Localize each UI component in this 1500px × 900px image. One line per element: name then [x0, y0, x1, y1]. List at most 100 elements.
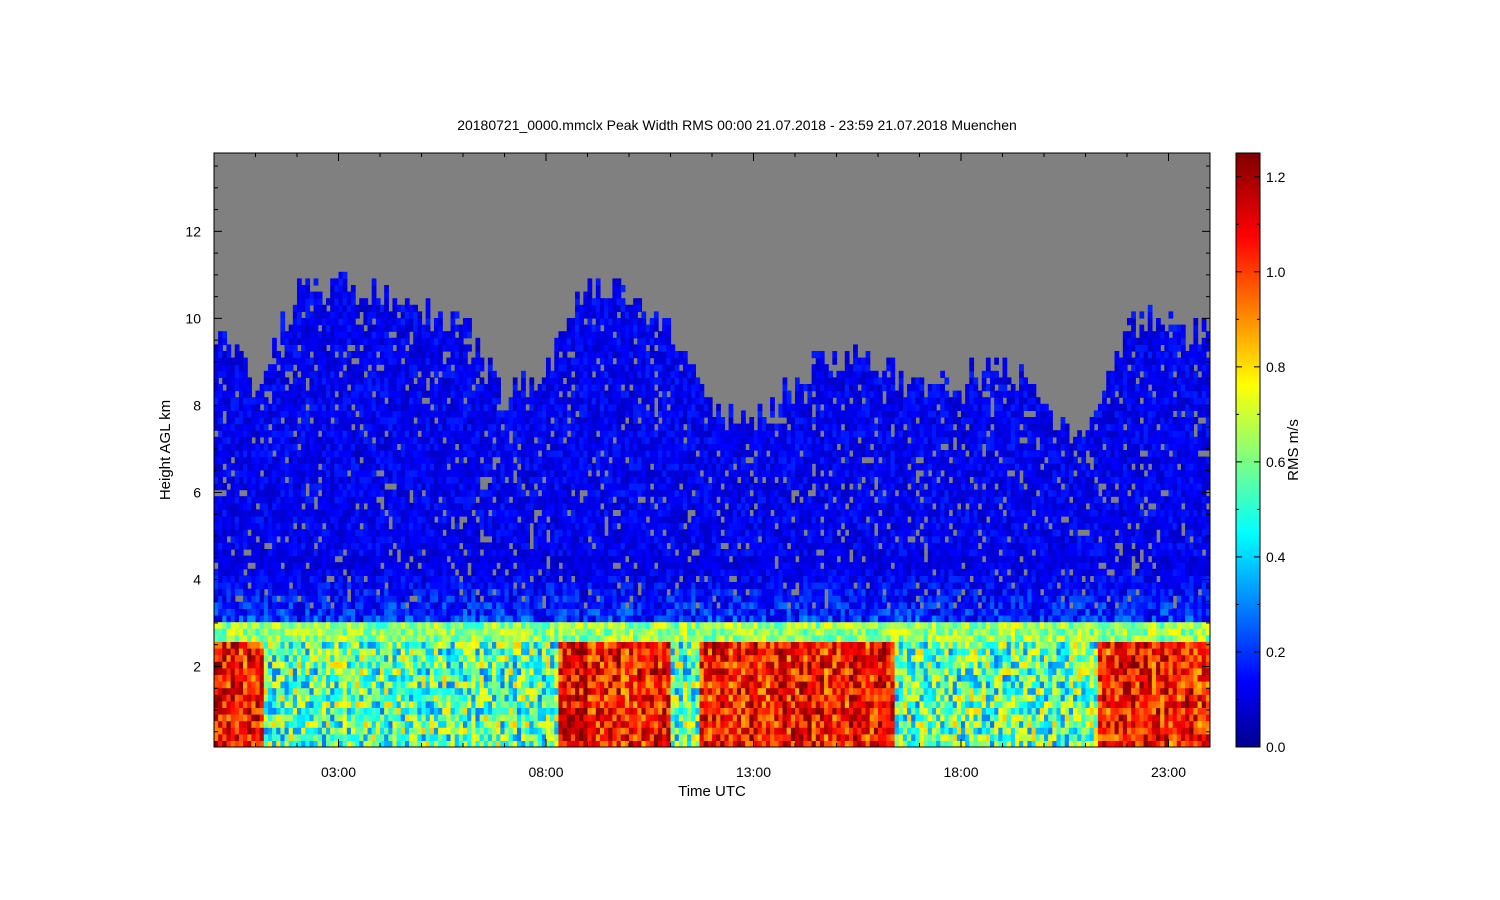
heatmap-cell — [226, 370, 232, 378]
heatmap-cell — [230, 489, 236, 497]
heatmap-cell — [363, 555, 369, 563]
heatmap-cell — [454, 463, 460, 471]
heatmap-cell — [226, 661, 232, 669]
heatmap-cell — [330, 667, 335, 675]
heatmap-cell — [263, 496, 269, 504]
figure: 20180721_0000.mmclx Peak Width RMS 00:00… — [157, 117, 1302, 800]
heatmap-cell — [446, 370, 452, 378]
heatmap-cell — [247, 430, 252, 438]
heatmap-cell — [326, 621, 331, 629]
heatmap-cell — [521, 423, 526, 431]
heatmap-cell — [438, 555, 443, 563]
heatmap-cell — [342, 529, 348, 537]
heatmap-cell — [380, 516, 385, 524]
heatmap-cell — [425, 601, 431, 609]
heatmap-cell — [541, 588, 547, 596]
heatmap-cell — [508, 575, 514, 583]
heatmap-cell — [429, 634, 435, 642]
heatmap-cell — [500, 410, 506, 418]
heatmap-cell — [330, 311, 335, 319]
heatmap-cell — [425, 423, 431, 431]
heatmap-cell — [321, 443, 327, 451]
heatmap-cell — [251, 509, 257, 517]
heatmap-cell — [363, 661, 369, 669]
heatmap-cell — [292, 390, 298, 398]
heatmap-cell — [529, 430, 535, 438]
heatmap-cell — [512, 674, 518, 682]
heatmap-cell — [471, 634, 477, 642]
heatmap-cell — [458, 344, 464, 352]
heatmap-cell — [400, 588, 406, 596]
heatmap-cell — [463, 450, 468, 458]
heatmap-cell — [446, 681, 452, 689]
heatmap-cell — [479, 377, 485, 385]
heatmap-cell — [467, 377, 472, 385]
heatmap-cell — [421, 529, 427, 537]
heatmap-cell — [425, 621, 431, 629]
heatmap-cell — [512, 496, 518, 504]
heatmap-cell — [450, 634, 456, 642]
heatmap-cell — [384, 390, 389, 398]
heatmap-cell — [516, 582, 522, 590]
heatmap-cell — [550, 397, 555, 405]
heatmap-cell — [380, 601, 385, 609]
heatmap-cell — [471, 463, 477, 471]
heatmap-cell — [384, 568, 389, 576]
heatmap-cell — [284, 502, 290, 510]
heatmap-cell — [433, 595, 439, 603]
heatmap-cell — [417, 456, 423, 464]
heatmap-cell — [429, 568, 435, 576]
heatmap-cell — [463, 502, 468, 510]
heatmap-cell — [359, 450, 364, 458]
heatmap-cell — [247, 661, 252, 669]
heatmap-cell — [222, 595, 228, 603]
heatmap-cell — [421, 522, 427, 530]
heatmap-cell — [537, 390, 543, 398]
heatmap-cell — [350, 337, 356, 345]
heatmap-cell — [280, 575, 286, 583]
heatmap-cell — [363, 509, 369, 517]
heatmap-cell — [321, 720, 327, 728]
heatmap-cell — [267, 502, 273, 510]
heatmap-cell — [471, 436, 477, 444]
heatmap-cell — [433, 568, 439, 576]
heatmap-cell — [367, 450, 373, 458]
heatmap-cell — [446, 410, 452, 418]
heatmap-cell — [371, 450, 377, 458]
heatmap-cell — [222, 727, 228, 735]
heatmap-cell — [342, 370, 348, 378]
heatmap-cell — [230, 384, 236, 392]
heatmap-cell — [467, 489, 472, 497]
heatmap-cell — [458, 403, 464, 411]
heatmap-cell — [388, 654, 394, 662]
heatmap-cell — [259, 641, 265, 649]
heatmap-cell — [247, 601, 252, 609]
heatmap-cell — [438, 469, 443, 477]
heatmap-cell — [558, 476, 564, 484]
heatmap-cell — [267, 555, 273, 563]
heatmap-cell — [330, 621, 335, 629]
heatmap-cell — [243, 707, 248, 715]
heatmap-cell — [529, 654, 535, 662]
heatmap-cell — [521, 687, 526, 695]
heatmap-cell — [301, 403, 306, 411]
heatmap-cell — [400, 423, 406, 431]
heatmap-cell — [367, 648, 373, 656]
heatmap-cell — [330, 318, 335, 326]
heatmap-cell — [375, 370, 381, 378]
heatmap-cell — [504, 720, 510, 728]
heatmap-cell — [483, 562, 489, 570]
heatmap-cell — [396, 410, 402, 418]
heatmap-cell — [512, 522, 518, 530]
heatmap-cell — [400, 370, 406, 378]
heatmap-cell — [433, 733, 439, 741]
heatmap-cell — [562, 707, 568, 715]
heatmap-cell — [562, 634, 568, 642]
heatmap-cell — [363, 621, 369, 629]
heatmap-cell — [342, 456, 348, 464]
heatmap-cell — [500, 529, 506, 537]
heatmap-cell — [247, 707, 252, 715]
heatmap-cell — [243, 509, 248, 517]
heatmap-cell — [554, 529, 560, 537]
heatmap-cell — [350, 456, 356, 464]
